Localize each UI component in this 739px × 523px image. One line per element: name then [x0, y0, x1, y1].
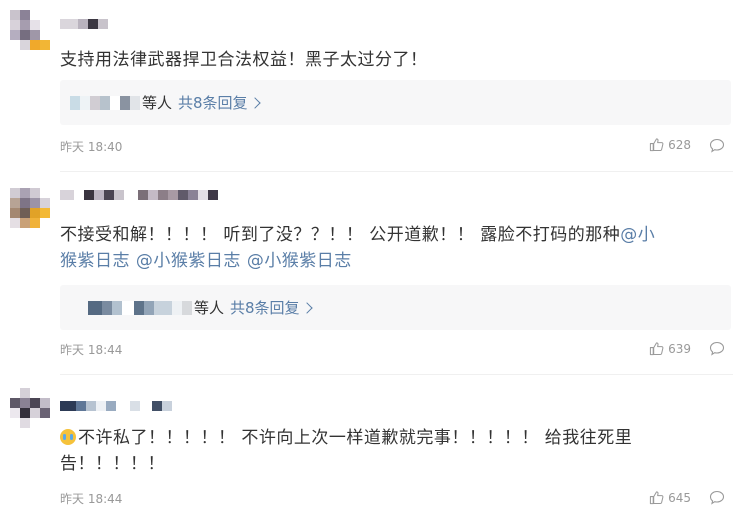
like-count: 645 [668, 490, 691, 505]
comment-item: 不许私了！！！！！ 不许向上次一样道歉就完事！！！！！ 给我往死里 告！！！！！… [0, 376, 739, 523]
mention-link[interactable]: @小 [620, 225, 655, 245]
comment-time: 昨天 18:44 [60, 492, 123, 506]
thumbs-up-icon [649, 491, 664, 505]
avatar[interactable] [10, 10, 50, 50]
like-count: 628 [668, 137, 691, 152]
reply-button[interactable] [709, 490, 725, 509]
like-count: 639 [668, 341, 691, 356]
replier-names-redacted [88, 298, 192, 318]
reply-etc-label: 等人 [194, 299, 225, 317]
thumbs-up-icon [649, 342, 664, 356]
comment-item: 不接受和解！！！！ 听到了没？？！！ 公开道歉！！ 露脸不打码的那种@小 猴紫日… [0, 172, 739, 372]
view-replies-label: 共8条回复 [178, 94, 248, 112]
comment-bubble-icon [709, 138, 725, 153]
comment-time: 昨天 18:40 [60, 140, 123, 154]
comment-text-line: 不许私了！！！！！ 不许向上次一样道歉就完事！！！！！ 给我往死里 [78, 428, 633, 448]
avatar[interactable] [10, 388, 50, 428]
view-replies-link[interactable]: 共8条回复 [230, 297, 313, 318]
comment-text: 不许私了！！！！！ 不许向上次一样道歉就完事！！！！！ 给我往死里 告！！！！！ [60, 425, 725, 477]
reply-etc-label: 等人 [142, 94, 173, 112]
view-replies-link[interactable]: 共8条回复 [178, 92, 261, 113]
like-button[interactable]: 639 [649, 341, 691, 356]
mention-link[interactable]: 猴紫日志 [60, 251, 130, 271]
mention-link[interactable]: @小猴紫日志 [136, 251, 241, 271]
mention-link[interactable]: @小猴紫日志 [247, 251, 352, 271]
comment-item: 支持用法律武器捍卫合法权益！黑子太过分了！ 等人 共8条回复 昨天 18:40 … [0, 0, 739, 170]
comment-bubble-icon [709, 490, 725, 505]
like-button[interactable]: 628 [649, 137, 691, 152]
replier-names-redacted [70, 93, 140, 113]
divider [60, 374, 733, 375]
avatar[interactable] [10, 188, 50, 228]
reply-button[interactable] [709, 138, 725, 157]
view-replies-label: 共8条回复 [230, 299, 300, 317]
chevron-right-icon [248, 97, 261, 109]
reply-button[interactable] [709, 341, 725, 360]
chevron-right-icon [300, 302, 313, 314]
user-name-redacted[interactable] [60, 400, 172, 412]
comment-time: 昨天 18:44 [60, 343, 123, 357]
like-button[interactable]: 645 [649, 490, 691, 505]
thumbs-up-icon [649, 138, 664, 152]
crying-face-emoji [60, 429, 76, 445]
comment-text-line: 告！！！！！ [60, 454, 165, 474]
reply-summary[interactable]: 等人 共8条回复 [60, 285, 731, 330]
user-name-redacted[interactable] [60, 18, 108, 30]
comment-text-line: 不接受和解！！！！ 听到了没？？！！ 公开道歉！！ 露脸不打码的那种 [60, 225, 621, 245]
comment-bubble-icon [709, 341, 725, 356]
comment-text: 支持用法律武器捍卫合法权益！黑子太过分了！ [60, 50, 428, 70]
reply-summary[interactable]: 等人 共8条回复 [60, 80, 731, 125]
user-name-redacted[interactable] [60, 189, 218, 201]
comment-text: 不接受和解！！！！ 听到了没？？！！ 公开道歉！！ 露脸不打码的那种@小 猴紫日… [60, 222, 725, 274]
